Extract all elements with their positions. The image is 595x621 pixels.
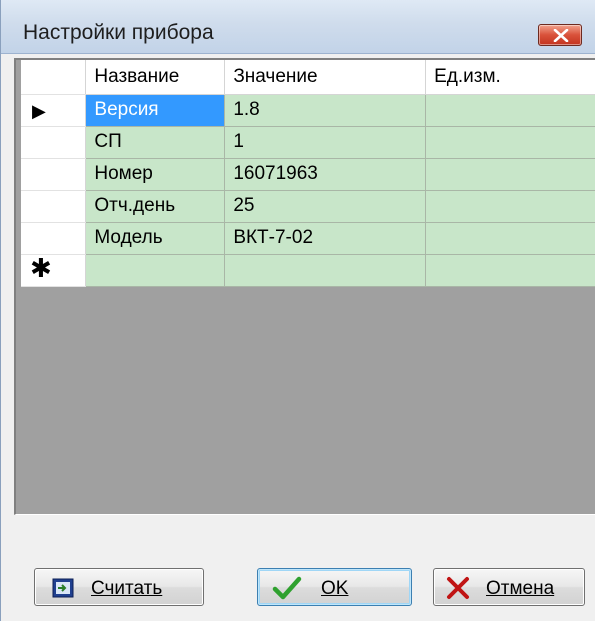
header-row: Название Значение Ед.изм. xyxy=(21,60,595,95)
cell-name[interactable]: Отч.день xyxy=(85,190,226,223)
column-header-value[interactable]: Значение xyxy=(224,60,427,95)
current-row-indicator-icon: ▶ xyxy=(32,100,46,121)
cell-name[interactable]: Номер xyxy=(85,158,226,191)
window-title: Настройки прибора xyxy=(23,21,214,44)
settings-dialog: Настройки прибора Название Значение Ед.и… xyxy=(0,0,595,621)
cell-unit[interactable] xyxy=(425,222,595,255)
cell-value[interactable]: ВКТ-7-02 xyxy=(224,222,427,255)
cancel-button[interactable]: Отмена xyxy=(433,568,585,606)
cell-name[interactable]: СП xyxy=(85,126,226,159)
close-button[interactable] xyxy=(538,24,582,46)
cell-value[interactable]: 1 xyxy=(224,126,427,159)
cell-value[interactable]: 25 xyxy=(224,190,427,223)
ok-button-label: OK xyxy=(321,578,349,599)
cell-unit[interactable] xyxy=(425,126,595,159)
new-row[interactable]: ✱ xyxy=(21,254,595,287)
table-row[interactable]: Отч.день 25 xyxy=(21,190,595,223)
row-header[interactable]: ▶ xyxy=(21,94,87,127)
row-header[interactable]: ✱ xyxy=(21,254,87,287)
column-header-name[interactable]: Название xyxy=(85,60,226,95)
cross-icon xyxy=(447,577,469,599)
row-header[interactable] xyxy=(21,190,87,223)
cell-name[interactable] xyxy=(85,254,226,287)
table-row[interactable]: Номер 16071963 xyxy=(21,158,595,191)
close-icon xyxy=(553,29,569,42)
table-row[interactable]: ▶ Версия 1.8 xyxy=(21,94,595,127)
table-row[interactable]: СП 1 xyxy=(21,126,595,159)
cell-value[interactable]: 1.8 xyxy=(224,94,427,127)
read-button-label: Считать xyxy=(91,578,163,599)
cell-name[interactable]: Модель xyxy=(85,222,226,255)
checkmark-icon xyxy=(272,576,302,600)
cell-unit[interactable] xyxy=(425,94,595,127)
column-header-unit[interactable]: Ед.изм. xyxy=(425,60,595,95)
cell-name[interactable]: Версия xyxy=(85,94,226,127)
row-header[interactable] xyxy=(21,158,87,191)
read-button[interactable]: Считать xyxy=(34,568,204,606)
cell-unit[interactable] xyxy=(425,254,595,287)
cell-unit[interactable] xyxy=(425,158,595,191)
cell-value[interactable]: 16071963 xyxy=(224,158,427,191)
cell-unit[interactable] xyxy=(425,190,595,223)
row-header[interactable] xyxy=(21,222,87,255)
table-row[interactable]: Модель ВКТ-7-02 xyxy=(21,222,595,255)
settings-grid[interactable]: Название Значение Ед.изм. ▶ Версия 1.8 С… xyxy=(14,58,595,515)
cell-value[interactable] xyxy=(224,254,427,287)
new-row-indicator-icon: ✱ xyxy=(30,254,52,283)
cancel-button-label: Отмена xyxy=(486,578,555,599)
settings-table: Название Значение Ед.изм. ▶ Версия 1.8 С… xyxy=(21,60,595,287)
ok-button[interactable]: OK xyxy=(257,568,412,606)
read-device-icon xyxy=(52,578,74,598)
row-header[interactable] xyxy=(21,126,87,159)
title-bar[interactable]: Настройки прибора xyxy=(1,0,595,54)
corner-header[interactable] xyxy=(21,60,87,95)
